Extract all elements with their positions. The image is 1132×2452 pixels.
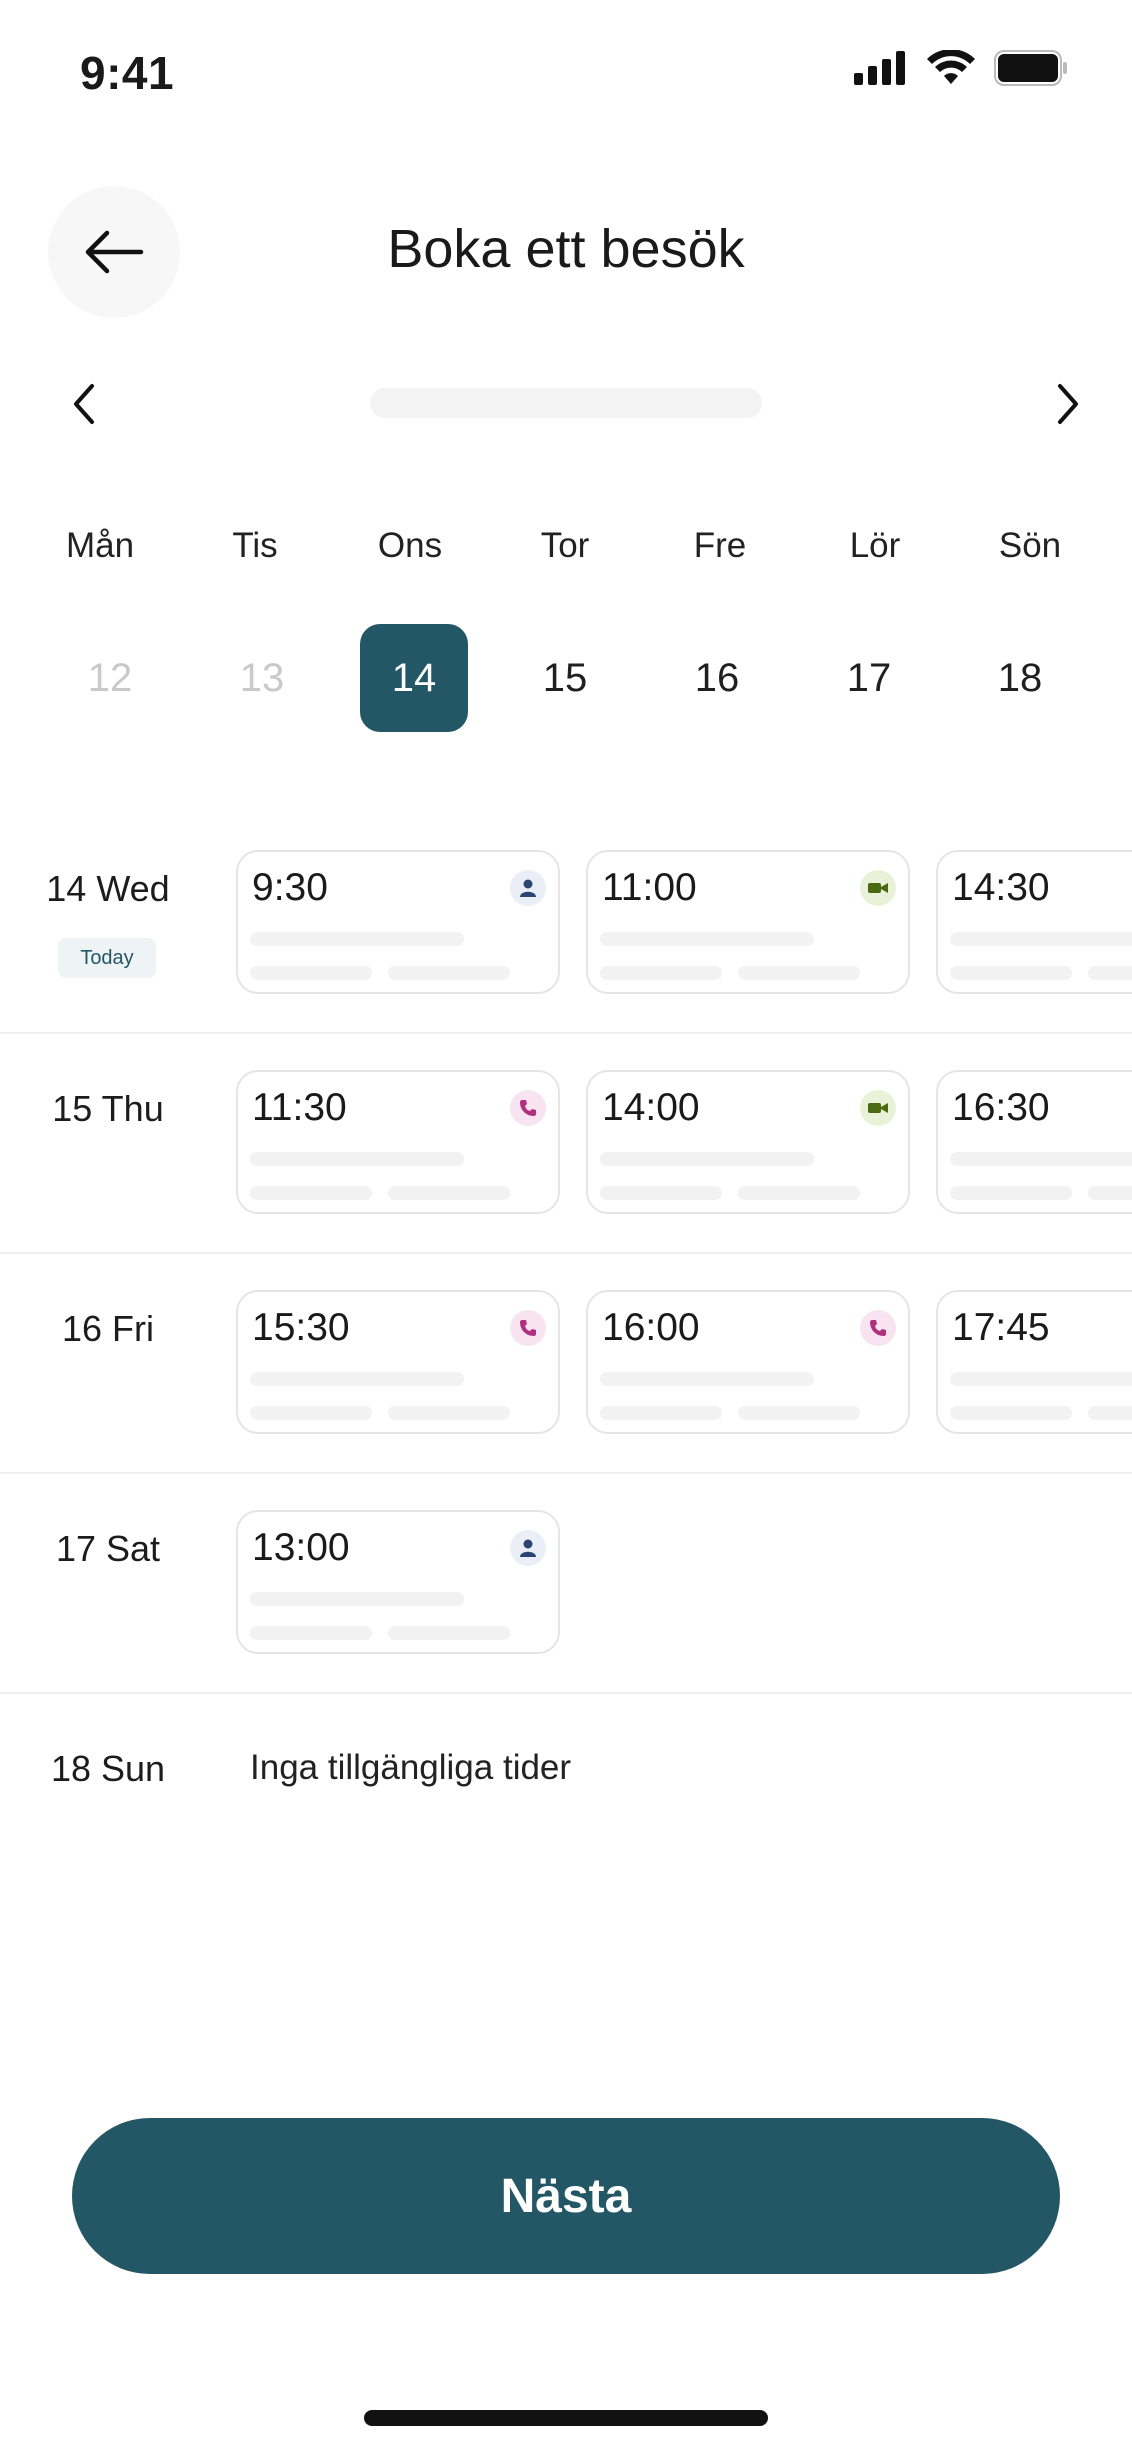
video-icon [860,1090,896,1126]
home-indicator [364,2410,768,2426]
battery-icon [994,50,1067,86]
week-range-placeholder [370,388,762,418]
date-cell: 13 [239,655,285,700]
previous-week-button[interactable] [60,378,108,430]
time-slot[interactable]: 11:30 [236,1070,560,1214]
weekday-label: Sön [998,526,1062,565]
time-slot[interactable]: 17:45 [936,1290,1132,1434]
date-cell[interactable]: 15 [511,624,619,732]
weekday-row: Mån Tis Ons Tor Fre Lör Sön [0,526,1132,586]
slot-time: 14:30 [952,866,1050,909]
today-badge: Today [58,938,156,978]
chevron-right-icon [1058,384,1078,424]
weekday-label: Tis [232,526,278,565]
video-icon [860,870,896,906]
time-slot[interactable]: 11:00 [586,850,910,994]
weekday-label: Mån [65,526,135,565]
next-button[interactable]: Nästa [72,2118,1060,2274]
weekday-label: Ons [377,526,443,565]
phone-icon [510,1090,546,1126]
next-week-button[interactable] [1044,378,1092,430]
time-slot[interactable]: 16:00 [586,1290,910,1434]
phone-icon [860,1310,896,1346]
page-title: Boka ett besök [387,219,745,279]
date-row: 12 13 14 15 16 17 18 [0,624,1132,734]
row-divider [0,1032,1132,1034]
slot-time: 15:30 [252,1306,350,1349]
slot-time: 16:00 [602,1306,700,1349]
row-divider [0,1472,1132,1474]
date-cell-selected[interactable]: 14 [360,624,468,732]
time-slot[interactable]: 16:30 [936,1070,1132,1214]
slot-row: 11:30 14:00 16:30 [234,1068,1132,1218]
status-icons [854,50,1068,86]
signal-icon [854,51,905,85]
status-time: 9:41 [80,47,175,99]
time-slot[interactable]: 14:00 [586,1070,910,1214]
row-divider [0,1252,1132,1254]
weekday-label: Lör [849,526,901,565]
day-label: 18 Sun [50,1748,166,1789]
time-slot[interactable]: 13:00 [236,1510,560,1654]
day-label: 16 Fri [61,1308,155,1349]
day-label: 14 Wed [46,868,170,909]
date-cell[interactable]: 16 [663,624,771,732]
date-cell[interactable]: 18 [966,624,1074,732]
slot-time: 16:30 [952,1086,1050,1129]
slot-row: 9:30 11:00 14:30 [234,848,1132,998]
date-cell[interactable]: 17 [815,624,923,732]
row-divider [0,1692,1132,1694]
time-slot[interactable]: 9:30 [236,850,560,994]
person-icon [510,870,546,906]
slot-time: 14:00 [602,1086,700,1129]
day-label: 17 Sat [55,1528,161,1569]
slot-row: 13:00 [234,1508,1132,1658]
no-times-message: Inga tillgängliga tider [250,1748,572,1787]
chevron-left-icon [74,384,94,424]
slot-time: 17:45 [952,1306,1050,1349]
weekday-label: Tor [540,526,590,565]
wifi-icon [927,50,975,84]
slot-time: 11:30 [252,1086,347,1129]
slot-time: 11:00 [602,866,697,909]
slot-row: 15:30 16:00 17:45 [234,1288,1132,1438]
day-label: 15 Thu [52,1088,164,1129]
phone-icon [510,1310,546,1346]
time-slot[interactable]: 15:30 [236,1290,560,1434]
slot-time: 13:00 [252,1526,350,1569]
slot-time: 9:30 [252,866,328,909]
person-icon [510,1530,546,1566]
weekday-label: Fre [693,526,747,565]
date-cell: 12 [87,655,133,700]
time-slot[interactable]: 14:30 [936,850,1132,994]
